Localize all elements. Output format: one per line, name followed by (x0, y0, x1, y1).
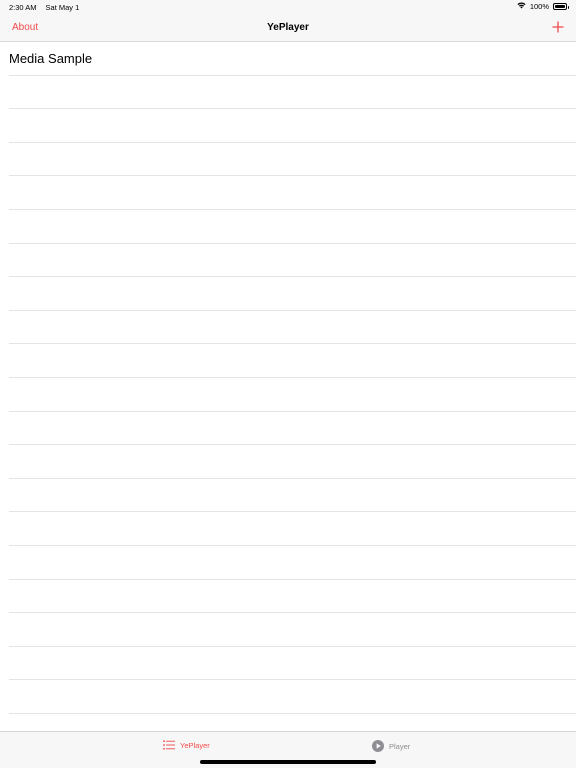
status-time: 2:30 AM (9, 3, 37, 12)
list-item[interactable] (9, 109, 576, 143)
list-item[interactable] (9, 479, 576, 513)
screen: 2:30 AM Sat May 1 100% About YePlayer Me… (0, 0, 576, 768)
status-right: 100% (517, 2, 569, 11)
add-button[interactable] (552, 20, 564, 33)
media-list: Media Sample (0, 42, 576, 748)
list-item[interactable]: Media Sample (9, 42, 576, 76)
page-title: YePlayer (267, 22, 309, 33)
status-date: Sat May 1 (45, 3, 80, 12)
list-item[interactable] (9, 546, 576, 580)
tab-player-label: Player (389, 741, 411, 751)
list-item[interactable] (9, 613, 576, 647)
list-item[interactable] (9, 378, 576, 412)
tab-player[interactable]: Player (372, 740, 410, 752)
battery-fill (555, 5, 565, 8)
list-item-label: Media Sample (9, 50, 93, 66)
wifi-icon (517, 2, 526, 11)
list-item[interactable] (9, 210, 576, 244)
navigation-bar: About YePlayer (0, 14, 576, 42)
list-item[interactable] (9, 311, 576, 345)
list-item[interactable] (9, 412, 576, 446)
list-item[interactable] (9, 580, 576, 614)
list-item[interactable] (9, 344, 576, 378)
list-item[interactable] (9, 76, 576, 110)
plus-icon (552, 21, 564, 33)
list-item[interactable] (9, 244, 576, 278)
battery-percent: 100% (529, 2, 549, 11)
list-item[interactable] (9, 445, 576, 479)
status-left: 2:30 AM Sat May 1 (9, 3, 79, 12)
list-item[interactable] (9, 277, 576, 311)
list-item[interactable] (9, 512, 576, 546)
tab-yeplayer[interactable]: YePlayer (163, 740, 210, 750)
tab-yeplayer-label: YePlayer (180, 740, 210, 750)
list-item[interactable] (9, 680, 576, 714)
play-circle-icon (372, 740, 384, 752)
list-icon (163, 740, 175, 750)
home-indicator (200, 760, 376, 764)
list-item[interactable] (9, 176, 576, 210)
battery-icon (553, 3, 569, 10)
status-bar: 2:30 AM Sat May 1 100% (0, 0, 576, 14)
list-item[interactable] (9, 647, 576, 681)
list-item[interactable] (9, 143, 576, 177)
